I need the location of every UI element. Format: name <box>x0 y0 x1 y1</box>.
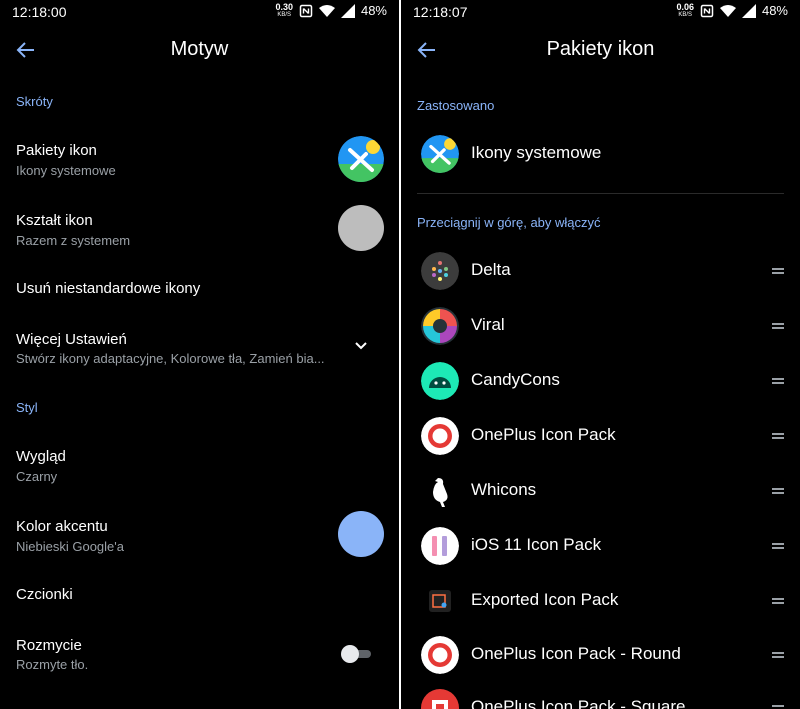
icon-packs-title: Pakiety ikon <box>16 142 97 159</box>
pack-name: OnePlus Icon Pack - Square <box>471 697 686 709</box>
icon-shape-preview <box>338 205 384 251</box>
more-settings-subtitle: Stwórz ikony adaptacyjne, Kolorowe tła, … <box>16 351 325 366</box>
theme-screen: 12:18:00 0.30 KB/S 48% Motyw Skróty Paki… <box>0 0 399 709</box>
more-settings-item[interactable]: Więcej Ustawień Stwórz ikony adaptacyjne… <box>0 318 399 378</box>
icon-shape-subtitle: Razem z systemem <box>16 233 131 248</box>
status-time: 12:18:00 <box>12 4 67 20</box>
ios11-pack-icon <box>421 527 459 565</box>
drag-handle-icon[interactable] <box>772 433 784 439</box>
remove-custom-icons-item[interactable]: Usuń niestandardowe ikony <box>0 268 399 312</box>
whicons-bird-icon <box>421 472 459 510</box>
oneplus-round-pack-icon <box>421 636 459 674</box>
delta-pack-icon <box>421 252 459 290</box>
pack-name: Viral <box>471 315 505 334</box>
app-bar: Motyw <box>0 26 399 74</box>
battery-level: 48% <box>360 3 387 18</box>
drag-handle-icon[interactable] <box>772 323 784 329</box>
applied-pack-name: Ikony systemowe <box>471 143 602 162</box>
section-shortcuts: Skróty <box>16 94 53 109</box>
drag-handle-icon[interactable] <box>772 652 784 658</box>
icon-pack-preview-icon <box>338 136 384 182</box>
nfc-icon <box>700 4 714 17</box>
drag-handle-icon[interactable] <box>772 598 784 604</box>
more-settings-title: Więcej Ustawień <box>16 331 127 348</box>
pack-name: OnePlus Icon Pack - Round <box>471 644 681 663</box>
list-item[interactable]: CandyCons <box>401 353 800 407</box>
oneplus-pack-icon <box>421 417 459 455</box>
page-title: Pakiety ikon <box>546 38 655 60</box>
pack-name: Delta <box>471 260 511 279</box>
battery-level: 48% <box>761 3 788 18</box>
remove-custom-icons-title: Usuń niestandardowe ikony <box>16 280 201 297</box>
drag-handle-icon[interactable] <box>772 378 784 384</box>
list-item[interactable]: OnePlus Icon Pack <box>401 408 800 462</box>
network-speed-unit: KB/S <box>277 12 292 18</box>
network-speed-value: 0.30 <box>275 2 293 12</box>
icon-shape-title: Kształt ikon <box>16 212 93 229</box>
signal-icon <box>340 3 355 18</box>
status-time: 12:18:07 <box>413 4 468 20</box>
icon-packs-item[interactable]: Pakiety ikon Ikony systemowe <box>0 128 399 188</box>
section-drag-to-enable: Przeciągnij w górę, aby włączyć <box>417 215 601 230</box>
status-bar: 12:18:07 0.06 KB/S 48% <box>401 0 800 24</box>
signal-icon <box>741 3 756 18</box>
list-item[interactable]: Whicons <box>401 463 800 517</box>
candycons-pack-icon <box>421 362 459 400</box>
list-item[interactable]: OnePlus Icon Pack - Square <box>401 680 800 709</box>
list-item[interactable]: OnePlus Icon Pack - Round <box>401 627 800 681</box>
blur-title: Rozmycie <box>16 637 82 654</box>
pack-name: Exported Icon Pack <box>471 590 619 609</box>
blur-toggle[interactable] <box>341 644 373 664</box>
screens: 12:18:00 0.30 KB/S 48% Motyw Skróty Paki… <box>0 0 800 709</box>
pack-name: OnePlus Icon Pack <box>471 425 616 444</box>
chevron-down-icon[interactable] <box>354 341 368 351</box>
icon-packs-screen: 12:18:07 0.06 KB/S 48% Pakiety ikon Zast… <box>401 0 800 709</box>
system-icons-pack-icon <box>421 135 459 173</box>
status-icons: 0.30 KB/S 48% <box>275 2 387 19</box>
list-item[interactable]: Exported Icon Pack <box>401 573 800 627</box>
accent-color-swatch <box>338 511 384 557</box>
drag-handle-icon[interactable] <box>772 705 784 709</box>
pack-name: Whicons <box>471 480 537 499</box>
network-speed: 0.06 KB/S <box>676 2 694 19</box>
icon-packs-subtitle: Ikony systemowe <box>16 163 116 178</box>
list-divider <box>417 193 784 194</box>
pack-name: iOS 11 Icon Pack <box>471 535 602 554</box>
appearance-title: Wygląd <box>16 448 66 465</box>
network-speed: 0.30 KB/S <box>275 2 293 19</box>
accent-color-item[interactable]: Kolor akcentu Niebieski Google'a <box>0 504 399 564</box>
toggle-knob <box>341 645 359 663</box>
icon-shape-item[interactable]: Kształt ikon Razem z systemem <box>0 198 399 258</box>
list-item[interactable]: Viral <box>401 298 800 352</box>
viral-pack-icon <box>421 307 459 345</box>
section-applied: Zastosowano <box>417 98 495 113</box>
network-speed-value: 0.06 <box>676 2 694 12</box>
section-style: Styl <box>16 400 38 415</box>
nfc-icon <box>299 4 313 17</box>
drag-handle-icon[interactable] <box>772 543 784 549</box>
accent-color-title: Kolor akcentu <box>16 518 108 535</box>
page-title: Motyw <box>170 38 229 60</box>
appearance-item[interactable]: Wygląd Czarny <box>0 434 399 494</box>
appearance-subtitle: Czarny <box>16 469 58 484</box>
pack-name: CandyCons <box>471 370 560 389</box>
oneplus-square-pack-icon <box>421 689 459 709</box>
applied-pack-item[interactable]: Ikony systemowe <box>401 126 800 180</box>
wifi-icon <box>318 4 335 17</box>
list-item[interactable]: iOS 11 Icon Pack <box>401 518 800 572</box>
drag-handle-icon[interactable] <box>772 488 784 494</box>
blur-item[interactable]: Rozmycie Rozmyte tło. <box>0 624 399 684</box>
drag-handle-icon[interactable] <box>772 268 784 274</box>
blur-subtitle: Rozmyte tło. <box>16 657 89 672</box>
accent-color-subtitle: Niebieski Google'a <box>16 539 124 554</box>
network-speed-unit: KB/S <box>678 12 693 18</box>
wifi-icon <box>719 4 736 17</box>
exported-pack-icon <box>421 582 459 620</box>
status-bar: 12:18:00 0.30 KB/S 48% <box>0 0 399 24</box>
fonts-title: Czcionki <box>16 586 73 603</box>
app-bar: Pakiety ikon <box>401 26 800 74</box>
status-icons: 0.06 KB/S 48% <box>676 2 788 19</box>
fonts-item[interactable]: Czcionki <box>0 574 399 618</box>
list-item[interactable]: Delta <box>401 243 800 297</box>
